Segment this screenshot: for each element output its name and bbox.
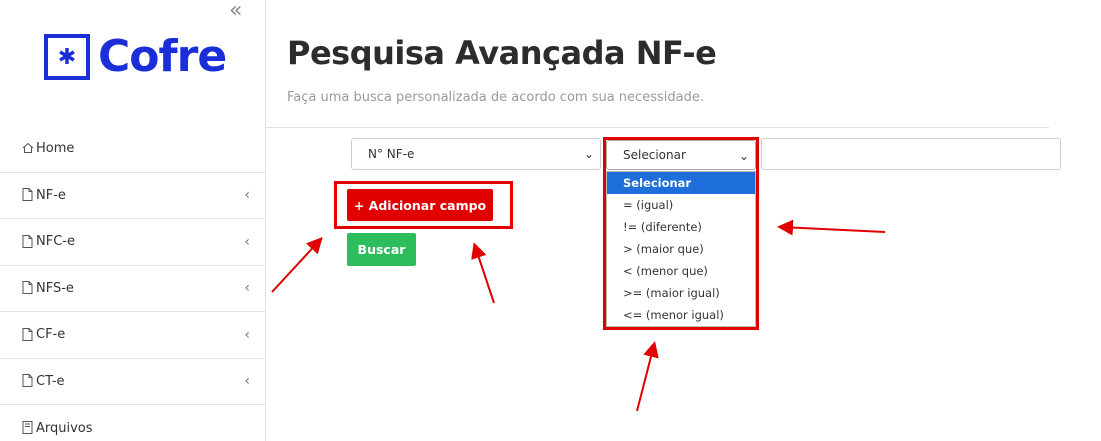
- page-subtitle: Faça uma busca personalizada de acordo c…: [287, 90, 704, 105]
- document-icon: [22, 327, 34, 342]
- document-icon: [22, 188, 34, 202]
- sidebar-item-label: NFS-e: [36, 280, 74, 296]
- sidebar-item-nfe[interactable]: NF-e ‹: [0, 173, 266, 219]
- archive-icon: [22, 421, 34, 435]
- annotation-arrow: [636, 341, 659, 412]
- chevron-left-icon: ‹: [244, 187, 250, 204]
- chevron-left-icon: ‹: [244, 233, 250, 250]
- annotation-arrow: [471, 242, 495, 304]
- divider: [266, 127, 1049, 128]
- chevron-left-icon: ‹: [244, 280, 250, 297]
- sidebar-item-label: CF-e: [36, 327, 66, 343]
- sidebar: « ✱ Cofre Home NF-e ‹ NFC-e ‹ NFS-e ‹ CF…: [0, 0, 266, 441]
- sidebar-nav: Home NF-e ‹ NFC-e ‹ NFS-e ‹ CF-e ‹ CT-e …: [0, 126, 266, 441]
- sidebar-item-cte[interactable]: CT-e ‹: [0, 359, 266, 405]
- sidebar-item-arquivos[interactable]: Arquivos: [0, 405, 266, 441]
- sidebar-item-label: CT-e: [36, 373, 65, 389]
- chevron-down-icon: ⌄: [583, 147, 594, 161]
- field-select-value: N° NF-e: [368, 147, 415, 161]
- logo: ✱ Cofre: [44, 31, 227, 82]
- collapse-sidebar-icon[interactable]: «: [229, 0, 251, 24]
- page-title: Pesquisa Avançada NF-e: [287, 34, 717, 72]
- document-icon: [22, 281, 34, 295]
- annotation-arrow: [777, 219, 886, 236]
- document-icon: [22, 374, 34, 388]
- annotation-highlight-box: [603, 137, 759, 330]
- annotation-highlight-box: [334, 181, 513, 229]
- home-icon: [22, 142, 34, 156]
- sidebar-item-label: Arquivos: [36, 420, 93, 436]
- document-icon: [22, 234, 34, 249]
- sidebar-item-home[interactable]: Home: [0, 126, 266, 173]
- chevron-left-icon: ‹: [244, 326, 250, 343]
- sidebar-item-nfse[interactable]: NFS-e ‹: [0, 266, 266, 312]
- sidebar-item-nfce[interactable]: NFC-e ‹: [0, 219, 266, 266]
- annotation-arrow: [271, 237, 323, 293]
- sidebar-item-label: NF-e: [36, 187, 66, 203]
- search-button[interactable]: Buscar: [347, 233, 416, 266]
- value-input[interactable]: [761, 138, 1061, 170]
- sidebar-item-cfe[interactable]: CF-e ‹: [0, 312, 266, 359]
- chevron-left-icon: ‹: [244, 373, 250, 390]
- field-select[interactable]: N° NF-e ⌄: [351, 138, 601, 170]
- logo-text: Cofre: [98, 31, 227, 82]
- sidebar-item-label: NFC-e: [36, 234, 75, 250]
- logo-mark-icon: ✱: [44, 34, 90, 80]
- sidebar-item-label: Home: [36, 141, 75, 157]
